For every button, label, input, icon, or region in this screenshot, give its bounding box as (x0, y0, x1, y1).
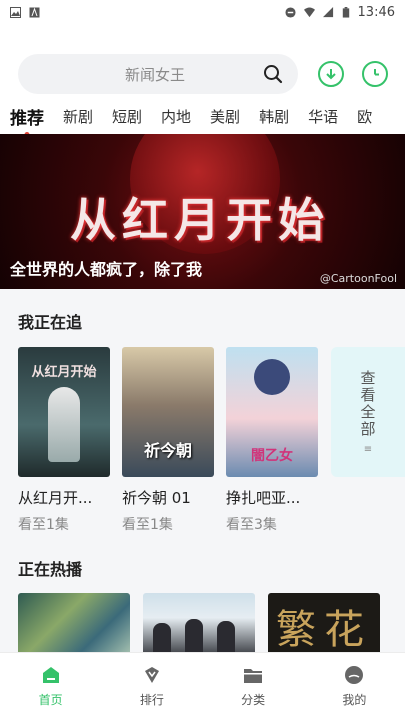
card-progress: 看至3集 (226, 517, 277, 533)
card-title: 从红月开... (18, 489, 93, 507)
tab-chinese[interactable]: 华语 (308, 106, 338, 127)
nav-label: 我的 (342, 693, 367, 707)
tab-us[interactable]: 美剧 (210, 106, 240, 127)
hot-section-title: 正在热播 (18, 560, 83, 579)
image-notification-icon (10, 6, 21, 18)
poster-figure (48, 387, 80, 462)
banner-caption: 全世界的人都疯了，除了我 (10, 260, 203, 279)
clock-icon (374, 69, 379, 76)
tab-recommended[interactable]: 推荐 (10, 104, 44, 134)
dnd-icon (284, 6, 296, 18)
hot-item-thumbnail[interactable]: 繁花 (268, 593, 380, 655)
poster-image: 祈今朝 (122, 347, 214, 477)
poster-image: 闇乙女 (226, 347, 318, 477)
hot-item-thumbnail[interactable] (18, 593, 130, 655)
home-icon (42, 667, 59, 683)
search-bar[interactable]: 新闻女王 (18, 54, 298, 94)
tab-label: 推荐 (10, 108, 44, 129)
list-icon: ≡ (363, 443, 373, 455)
search-input[interactable]: 新闻女王 (18, 64, 262, 85)
hot-item-thumbnail[interactable] (143, 593, 255, 655)
tab-korean[interactable]: 韩剧 (259, 106, 289, 127)
download-icon (326, 69, 336, 80)
signal-icon (322, 6, 333, 17)
featured-banner[interactable]: 从红月开始 全世界的人都疯了，除了我 @CartoonFool (0, 134, 405, 289)
card-title: 挣扎吧亚... (226, 489, 301, 507)
poster-title-art: 闇乙女 (251, 448, 293, 464)
tab-europe[interactable]: 欧 (357, 106, 372, 127)
following-card[interactable]: 从红月开始 从红月开... 看至1集 (18, 347, 110, 534)
status-bar: 13:46 (0, 0, 405, 24)
header: 新闻女王 推荐 新剧 短剧 内地 美剧 韩剧 华语 欧 (0, 24, 405, 134)
following-section-title: 我正在追 (18, 313, 83, 332)
bottom-navigation: 首页 排行 分类 我的 (0, 652, 405, 720)
nav-ranking[interactable]: 排行 (101, 653, 202, 720)
poster-image: 从红月开始 (18, 347, 110, 477)
tab-short[interactable]: 短剧 (112, 106, 142, 127)
following-card[interactable]: 闇乙女 挣扎吧亚... 看至3集 (226, 347, 318, 534)
poster-title-art: 祈今朝 (143, 441, 192, 460)
nav-label: 分类 (241, 693, 266, 707)
nav-label: 首页 (38, 693, 63, 707)
view-all-button[interactable]: 查看全部 ≡ (331, 347, 405, 477)
nav-profile[interactable]: 我的 (304, 653, 405, 720)
tab-new[interactable]: 新剧 (63, 106, 93, 127)
app-notification-icon (29, 7, 40, 17)
history-button[interactable] (362, 61, 388, 87)
profile-icon (345, 666, 364, 684)
banner-credit: @CartoonFool (319, 272, 397, 285)
download-button[interactable] (318, 61, 344, 87)
category-tabs: 推荐 新剧 短剧 内地 美剧 韩剧 华语 欧 (0, 98, 405, 134)
thumbnail-figure (185, 619, 203, 655)
thumbnail-figure (217, 621, 235, 655)
ranking-icon (144, 667, 159, 683)
wifi-icon (303, 6, 315, 17)
tab-mainland[interactable]: 内地 (161, 106, 191, 127)
poster-title-art: 从红月开始 (31, 365, 97, 380)
card-title: 祈今朝 01 (122, 489, 191, 507)
card-progress: 看至1集 (18, 517, 69, 533)
poster-figure (254, 359, 290, 395)
nav-home[interactable]: 首页 (0, 653, 101, 720)
nav-category[interactable]: 分类 (203, 653, 304, 720)
status-time: 13:46 (357, 4, 395, 20)
thumbnail-title-art: 繁花 (276, 607, 372, 653)
folder-icon (244, 669, 263, 683)
banner-logo: 从红月开始 (70, 193, 330, 247)
view-all-label: 查看全部 (358, 369, 377, 438)
battery-icon (342, 6, 349, 18)
thumbnail-figure (153, 623, 171, 655)
search-icon[interactable] (262, 63, 284, 85)
nav-label: 排行 (139, 693, 164, 707)
following-card[interactable]: 祈今朝 祈今朝 01 看至1集 (122, 347, 214, 534)
card-progress: 看至1集 (122, 517, 173, 533)
